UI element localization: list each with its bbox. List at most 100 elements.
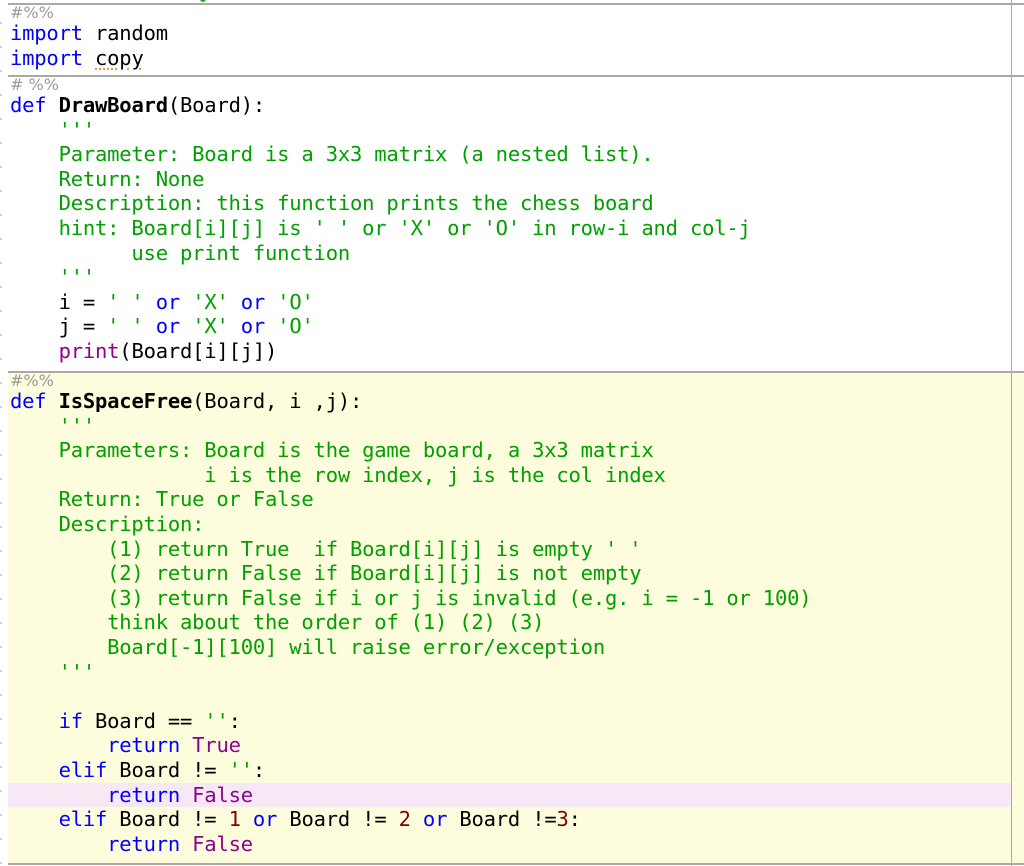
code-line[interactable]: import random [10, 21, 168, 46]
clipped-text-fragment [200, 0, 206, 2]
token-str: ' ' [107, 289, 144, 314]
code-line[interactable]: def DrawBoard(Board): [10, 93, 265, 118]
token-str: '' [204, 708, 229, 733]
token-plain: (Board): [167, 93, 266, 117]
token-bi: print [58, 339, 120, 363]
token-kw: return [107, 831, 180, 856]
token-doc: Description: [10, 512, 205, 536]
token-str: ' ' [107, 314, 144, 339]
code-editor[interactable]: #%% import random import copy # %% def DrawB… [0, 0, 1024, 866]
code-line[interactable]: ''' [10, 413, 96, 439]
code-line[interactable]: return True [10, 733, 241, 758]
token-kw: or [240, 314, 266, 339]
token-plain: (Board[i][j]) [119, 339, 278, 363]
code-line[interactable]: hint: Board[i][j] is ' ' or 'X' or 'O' i… [10, 216, 751, 241]
token-str: 'O' [277, 289, 314, 314]
code-line[interactable]: ''' [10, 660, 96, 685]
token-plain: (Board, i ,j): [192, 389, 363, 413]
token-str: 'X' [192, 314, 229, 339]
token-doc: Return: None [10, 166, 205, 191]
code-line[interactable]: Parameters: Board is the game board, a 3… [10, 438, 654, 463]
token-kw: import [10, 21, 83, 45]
cell-divider [8, 75, 1024, 77]
code-line[interactable]: Description: [10, 512, 205, 537]
token-doc: hint: Board[i][j] is ' ' or 'X' or 'O' i… [10, 216, 751, 240]
token-kw: return [107, 782, 180, 807]
code-line[interactable]: ''' [10, 265, 96, 290]
token-kw: import [10, 45, 83, 70]
cell-divider [8, 371, 1024, 373]
token-bi: True [192, 733, 241, 758]
code-line[interactable]: ''' [10, 118, 96, 143]
token-doc: use print function [10, 240, 350, 265]
code-line[interactable]: if Board == '': [10, 709, 241, 734]
token-doc: (3) return False if i or j is invalid (e… [10, 585, 812, 610]
token-num: 2 [398, 807, 411, 832]
code-line[interactable]: return False [10, 832, 253, 857]
code-line[interactable]: Return: True or False [10, 487, 314, 512]
code-line[interactable]: i = ' ' or 'X' or 'O' [10, 290, 314, 315]
code-line[interactable]: return False [10, 783, 253, 808]
token-fn: DrawBoard [58, 93, 168, 117]
cell-marker: #%% [10, 3, 54, 22]
token-plain: random [82, 21, 168, 45]
token-bi: False [192, 831, 253, 856]
token-doc: think about the order of (1) (2) (3) [10, 610, 545, 635]
token-doc: ''' [10, 413, 96, 438]
token-plain: : [228, 708, 241, 733]
token-doc: Description: this function prints the ch… [10, 191, 654, 216]
token-doc: (2) return False if Board[i][j] is not e… [10, 561, 642, 586]
token-kw: elif [58, 758, 108, 782]
code-line[interactable]: print(Board[i][j]) [10, 339, 278, 364]
code-line[interactable]: elif Board != '': [10, 758, 266, 783]
token-str: 'O' [277, 314, 314, 339]
code-line[interactable]: (3) return False if i or j is invalid (e… [10, 586, 811, 611]
cell-marker: #%% [10, 371, 54, 390]
token-str: '' [228, 758, 253, 782]
code-line[interactable]: (2) return False if Board[i][j] is not e… [10, 561, 641, 586]
code-line[interactable]: (1) return True if Board[i][j] is empty … [10, 537, 641, 562]
code-line[interactable]: Description: this function prints the ch… [10, 191, 654, 216]
token-num: 3 [556, 807, 569, 832]
code-line[interactable]: i is the row index, j is the col index [10, 463, 666, 488]
code-line[interactable]: think about the order of (1) (2) (3) [10, 610, 544, 635]
editor-gutter [0, 0, 8, 866]
code-line[interactable]: Board[-1][100] will raise error/exceptio… [10, 635, 605, 660]
code-line[interactable]: elif Board != 1 or Board != 2 or Board !… [10, 807, 581, 832]
token-plain: Board == [82, 708, 205, 733]
token-str: 'X' [192, 289, 229, 314]
code-line[interactable]: j = ' ' or 'X' or 'O' [10, 314, 314, 339]
token-doc: (1) return True if Board[i][j] is empty … [10, 536, 642, 561]
token-kw: elif [58, 807, 108, 832]
token-kw: def [10, 93, 47, 117]
code-line[interactable]: use print function [10, 241, 350, 266]
cell-marker: # %% [10, 75, 59, 94]
code-line[interactable]: import copy [10, 46, 144, 71]
code-line[interactable]: def IsSpaceFree(Board, i ,j): [10, 389, 362, 414]
token-num: 1 [228, 807, 241, 832]
print-margin-line [1011, 0, 1012, 866]
token-plain: Board != [107, 758, 229, 782]
token-fn: IsSpaceFree [58, 389, 193, 413]
token-kw: or [155, 289, 181, 314]
code-line[interactable]: Return: None [10, 166, 205, 192]
code-line[interactable]: Parameter: Board is a 3x3 matrix (a nest… [10, 142, 654, 167]
token-plain: : [568, 807, 581, 832]
token-plain: Board != [277, 807, 399, 832]
